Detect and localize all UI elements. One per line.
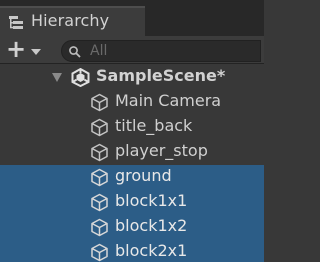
create-dropdown-button[interactable]: +	[2, 35, 48, 63]
tab-hierarchy[interactable]: Hierarchy	[0, 6, 145, 36]
hierarchy-item-selected[interactable]: block1x2	[0, 215, 264, 240]
item-label: title_back	[115, 116, 193, 135]
search-field[interactable]	[61, 40, 261, 62]
gameobject-cube-icon	[91, 143, 108, 162]
scene-name: SampleScene*	[96, 66, 226, 85]
gameobject-cube-icon	[91, 168, 108, 187]
hierarchy-icon	[9, 16, 23, 29]
item-label: block2x1	[115, 241, 188, 260]
hierarchy-toolbar: +	[0, 36, 264, 64]
gameobject-cube-icon	[91, 193, 108, 212]
item-label: ground	[115, 166, 172, 185]
gameobject-cube-icon	[91, 243, 108, 262]
hierarchy-item[interactable]: Main Camera	[0, 90, 264, 115]
search-input[interactable]	[90, 42, 250, 60]
hierarchy-item-selected[interactable]: ground	[0, 165, 264, 190]
gameobject-cube-icon	[91, 93, 108, 112]
foldout-expanded-icon[interactable]	[52, 73, 62, 82]
item-label: block1x1	[115, 191, 188, 210]
hierarchy-item[interactable]: player_stop	[0, 140, 264, 165]
chevron-down-icon	[31, 49, 41, 55]
tab-bar: Hierarchy	[0, 0, 264, 36]
item-label: player_stop	[115, 141, 208, 160]
hierarchy-panel: Hierarchy + All SampleScene* Main Camera…	[0, 0, 264, 262]
gameobject-cube-icon	[91, 118, 108, 137]
search-icon	[69, 46, 81, 58]
unity-scene-icon	[71, 68, 90, 87]
hierarchy-tree: SampleScene* Main Camera title_back play…	[0, 65, 264, 262]
tab-label: Hierarchy	[31, 11, 110, 30]
item-label: Main Camera	[115, 91, 222, 110]
hierarchy-item[interactable]: title_back	[0, 115, 264, 140]
gameobject-cube-icon	[91, 218, 108, 237]
hierarchy-item-selected[interactable]: block2x1	[0, 240, 264, 262]
hierarchy-item-selected[interactable]: block1x1	[0, 190, 264, 215]
item-label: block1x2	[115, 216, 188, 235]
scene-row[interactable]: SampleScene*	[0, 65, 264, 90]
plus-icon: +	[6, 35, 27, 63]
